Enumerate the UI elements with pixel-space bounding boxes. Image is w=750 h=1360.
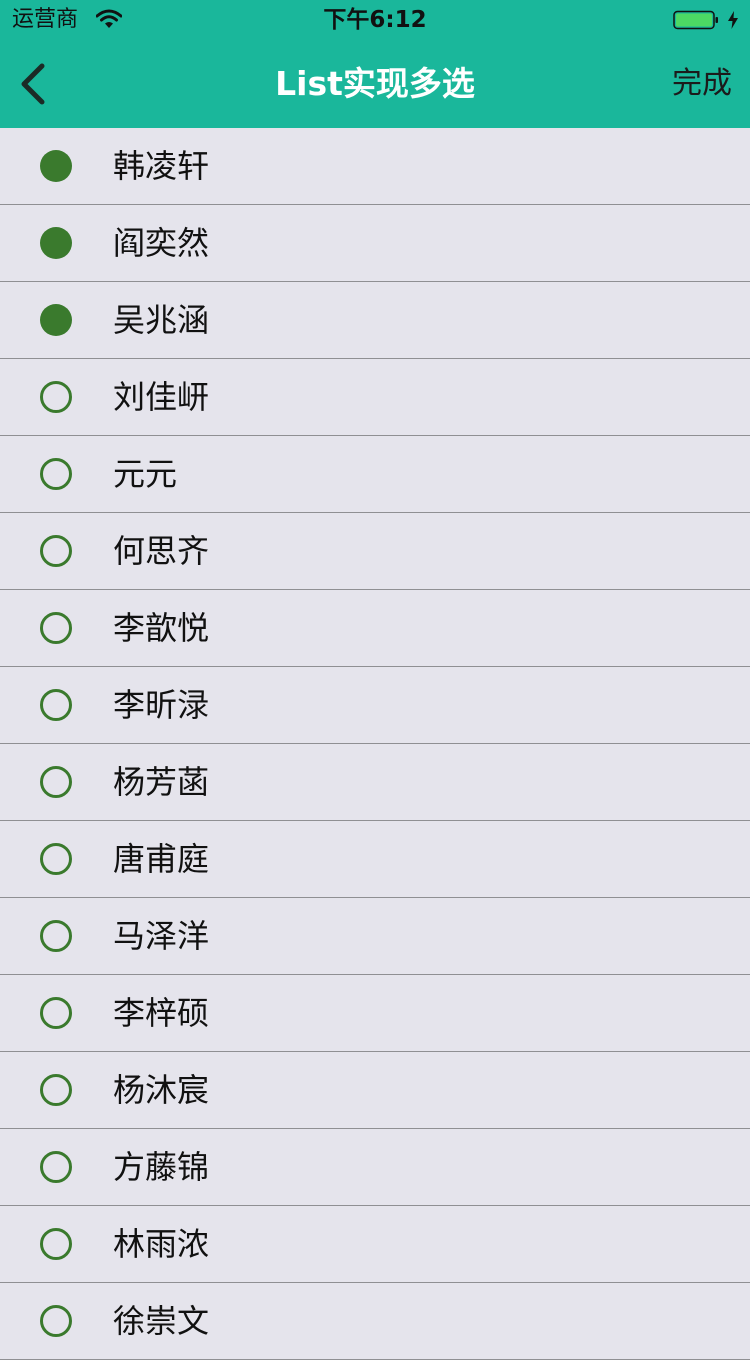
list-item-label: 方藤锦 — [113, 1148, 210, 1186]
list-item-label: 马泽洋 — [113, 917, 210, 955]
list-item[interactable]: 何思齐 — [0, 513, 750, 590]
list-item[interactable]: 阎奕然 — [0, 205, 750, 282]
list-item-label: 元元 — [113, 455, 178, 493]
list-item[interactable]: 吴兆涵 — [0, 282, 750, 359]
list-item[interactable]: 马泽洋 — [0, 898, 750, 975]
list-item[interactable]: 林雨浓 — [0, 1206, 750, 1283]
list-item-label: 杨芳菡 — [113, 763, 210, 801]
radio-unselected-icon[interactable] — [40, 381, 72, 413]
list-item[interactable]: 唐甫庭 — [0, 821, 750, 898]
list-item-label: 韩凌轩 — [113, 147, 210, 185]
list-item-label: 何思齐 — [113, 532, 210, 570]
charging-icon — [728, 11, 738, 29]
list-item-label: 唐甫庭 — [113, 840, 210, 878]
radio-unselected-icon[interactable] — [40, 458, 72, 490]
radio-unselected-icon[interactable] — [40, 689, 72, 721]
list-item-label: 阎奕然 — [113, 224, 210, 262]
radio-selected-icon[interactable] — [40, 227, 72, 259]
radio-unselected-icon[interactable] — [40, 766, 72, 798]
radio-unselected-icon[interactable] — [40, 1151, 72, 1183]
battery-icon — [673, 10, 718, 30]
radio-unselected-icon[interactable] — [40, 920, 72, 952]
list-item-label: 刘佳岍 — [113, 378, 210, 416]
list-item-label: 李昕渌 — [113, 686, 210, 724]
status-bar: 运营商 下午6:12 — [0, 0, 750, 40]
page-title: List实现多选 — [275, 64, 475, 103]
list-item[interactable]: 李歆悦 — [0, 590, 750, 667]
list-item[interactable]: 杨沐宸 — [0, 1052, 750, 1129]
list-item[interactable]: 元元 — [0, 436, 750, 513]
list-item-label: 吴兆涵 — [113, 301, 210, 339]
top-bar: 运营商 下午6:12 List实现多选 完成 — [0, 0, 750, 128]
contact-list: 韩凌轩阎奕然吴兆涵刘佳岍元元何思齐李歆悦李昕渌杨芳菡唐甫庭马泽洋李梓硕杨沐宸方藤… — [0, 128, 750, 1360]
radio-unselected-icon[interactable] — [40, 535, 72, 567]
list-item-label: 徐崇文 — [113, 1302, 210, 1340]
list-item-label: 李梓硕 — [113, 994, 210, 1032]
radio-unselected-icon[interactable] — [40, 843, 72, 875]
radio-unselected-icon[interactable] — [40, 612, 72, 644]
list-item[interactable]: 李梓硕 — [0, 975, 750, 1052]
status-time: 下午6:12 — [323, 7, 427, 33]
list-item[interactable]: 刘佳岍 — [0, 359, 750, 436]
list-item[interactable]: 方藤锦 — [0, 1129, 750, 1206]
radio-unselected-icon[interactable] — [40, 1228, 72, 1260]
radio-unselected-icon[interactable] — [40, 1305, 72, 1337]
radio-selected-icon[interactable] — [40, 304, 72, 336]
done-button[interactable]: 完成 — [672, 64, 732, 104]
list-item-label: 林雨浓 — [113, 1225, 210, 1263]
radio-selected-icon[interactable] — [40, 150, 72, 182]
list-item-label: 李歆悦 — [113, 609, 210, 647]
list-item[interactable]: 杨芳菡 — [0, 744, 750, 821]
navigation-bar: List实现多选 完成 — [0, 40, 750, 128]
radio-unselected-icon[interactable] — [40, 1074, 72, 1106]
list-item-label: 杨沐宸 — [113, 1071, 210, 1109]
list-item[interactable]: 徐崇文 — [0, 1283, 750, 1360]
radio-unselected-icon[interactable] — [40, 997, 72, 1029]
list-item[interactable]: 李昕渌 — [0, 667, 750, 744]
list-item[interactable]: 韩凌轩 — [0, 128, 750, 205]
